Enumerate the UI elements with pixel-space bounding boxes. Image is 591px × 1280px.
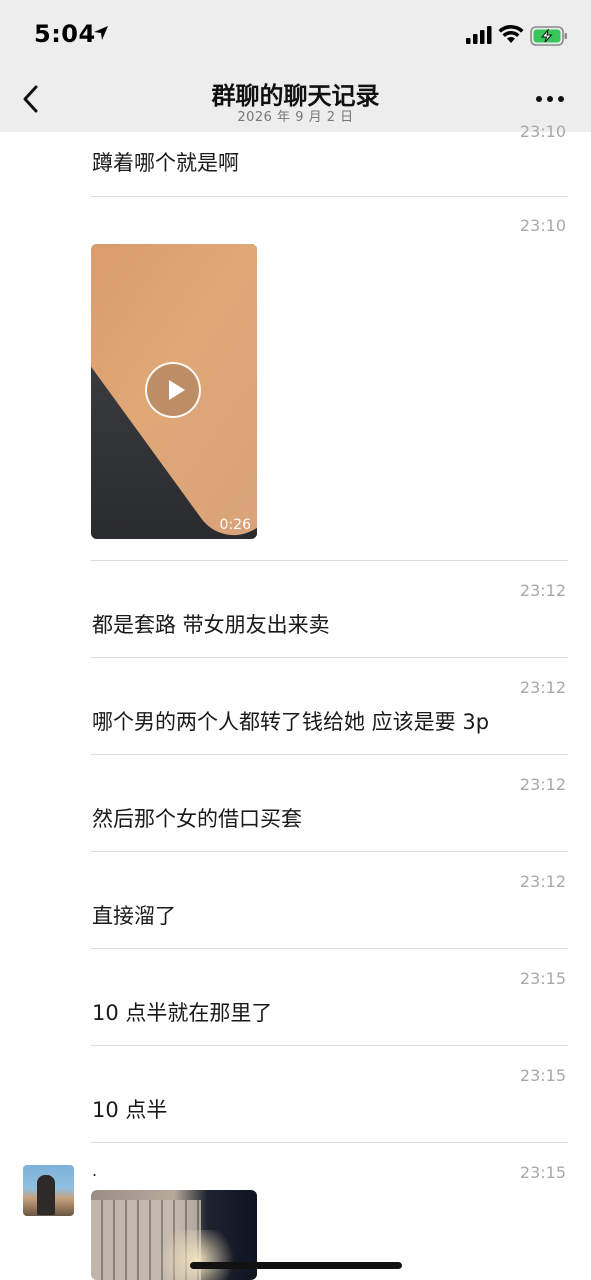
video-thumbnail[interactable]: 0:26 <box>91 244 257 539</box>
list-item: 23:15 10 点半就在那里了 <box>92 949 568 1045</box>
message-text[interactable]: 蹲着哪个就是啊 <box>92 147 239 177</box>
message-time: 23:10 <box>519 122 566 141</box>
wifi-icon <box>498 24 524 43</box>
message-text[interactable]: 然后那个女的借口买套 <box>92 803 302 833</box>
list-item: 23:12 然后那个女的借口买套 <box>92 755 568 851</box>
message-text[interactable]: 10 点半就在那里了 <box>92 997 272 1027</box>
message-text[interactable]: 都是套路 带女朋友出来卖 <box>92 609 330 639</box>
message-time: 23:12 <box>519 581 566 600</box>
message-text[interactable]: 直接溜了 <box>92 900 176 930</box>
play-icon[interactable] <box>145 362 201 418</box>
message-time: 23:12 <box>519 775 566 794</box>
message-time: 23:12 <box>519 872 566 891</box>
sender-name: . <box>92 1161 98 1180</box>
list-item: 23:15 10 点半 <box>92 1046 568 1142</box>
list-item: 23:10 蹲着哪个就是啊 <box>92 112 568 196</box>
video-duration: 0:26 <box>219 517 251 533</box>
list-item: 23:12 都是套路 带女朋友出来卖 <box>92 561 568 657</box>
home-indicator <box>190 1262 402 1269</box>
location-arrow-icon <box>94 26 108 40</box>
list-item: 23:12 直接溜了 <box>92 852 568 948</box>
message-time: 23:15 <box>519 1066 566 1085</box>
message-time: 23:10 <box>519 216 566 235</box>
signal-icon <box>466 26 492 44</box>
message-text[interactable]: 哪个男的两个人都转了钱给她 应该是要 3p <box>92 706 489 736</box>
more-dots-icon[interactable] <box>536 96 566 104</box>
message-time: 23:15 <box>519 969 566 988</box>
message-text[interactable]: 10 点半 <box>92 1094 167 1124</box>
avatar[interactable] <box>23 1165 74 1216</box>
message-time: 23:12 <box>519 678 566 697</box>
list-item: 23:15 . <box>92 1143 568 1191</box>
message-time: 23:15 <box>519 1163 566 1182</box>
list-item: 23:12 哪个男的两个人都转了钱给她 应该是要 3p <box>92 658 568 754</box>
battery-charging-icon <box>530 26 567 46</box>
status-time: 5:04 <box>34 20 96 48</box>
